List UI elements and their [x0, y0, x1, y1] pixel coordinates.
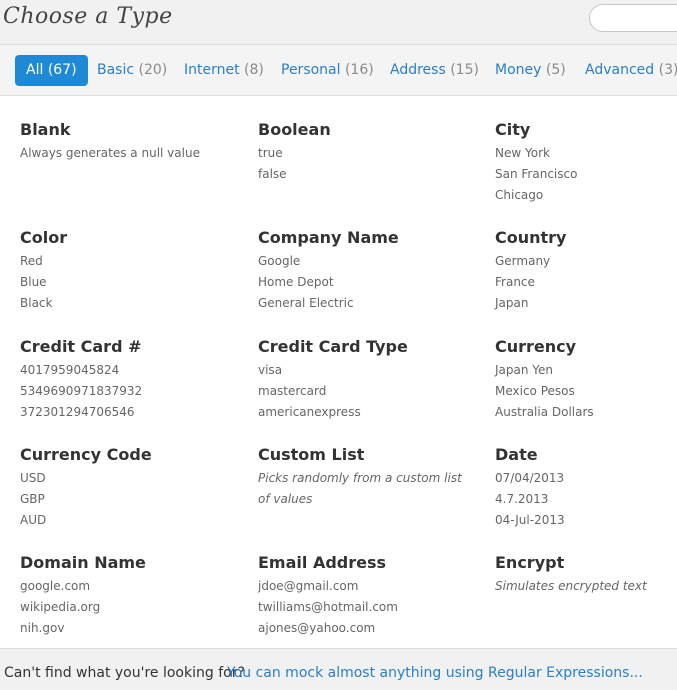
page-title: Choose a Type: [3, 4, 173, 29]
type-example: General Electric: [258, 296, 354, 310]
type-card-city[interactable]: City New York San Francisco Chicago: [495, 120, 677, 206]
type-example: 07/04/2013: [495, 471, 565, 485]
tab-label: Personal: [281, 62, 341, 78]
type-example: Home Depot: [258, 275, 334, 289]
type-example: Red: [20, 254, 43, 268]
type-name: Boolean: [258, 120, 331, 139]
type-name: Custom List: [258, 445, 365, 464]
type-example: mastercard: [258, 384, 327, 398]
type-example: Australia Dollars: [495, 405, 594, 419]
type-example: 4017959045824: [20, 363, 120, 377]
type-example: Google: [258, 254, 301, 268]
type-card-custom-list[interactable]: Custom List Picks randomly from a custom…: [258, 445, 483, 510]
search-input[interactable]: [589, 4, 677, 32]
tab-money[interactable]: Money (5): [495, 55, 566, 86]
type-example: nih.gov: [20, 621, 65, 635]
type-example: 372301294706546: [20, 405, 135, 419]
type-example: Always generates a null value: [20, 146, 200, 160]
type-name: Currency: [495, 337, 577, 356]
type-example: google.com: [20, 579, 91, 593]
type-example: USD: [20, 471, 46, 485]
footer-question: Can't find what you're looking for?: [4, 665, 245, 681]
type-example: France: [495, 275, 535, 289]
header: Choose a Type: [0, 0, 677, 45]
type-example: Germany: [495, 254, 551, 268]
type-description: Simulates encrypted text: [495, 579, 647, 593]
type-example: americanexpress: [258, 405, 361, 419]
type-name: Country: [495, 228, 567, 247]
type-example: twilliams@hotmail.com: [258, 600, 398, 614]
tab-count: (15): [450, 62, 479, 78]
type-name: Encrypt: [495, 553, 565, 572]
type-example: ajones@yahoo.com: [258, 621, 376, 635]
type-name: Blank: [20, 120, 71, 139]
type-name: Color: [20, 228, 68, 247]
type-example: Japan: [495, 296, 529, 310]
tab-count: (3): [658, 62, 677, 78]
regex-link[interactable]: You can mock almost anything using Regul…: [227, 665, 643, 681]
type-name: Email Address: [258, 553, 387, 572]
type-card-blank[interactable]: Blank Always generates a null value: [20, 120, 245, 164]
tab-count: (67): [47, 62, 77, 78]
tab-basic[interactable]: Basic (20): [97, 55, 167, 86]
tab-label: Advanced: [585, 62, 655, 78]
type-card-currency-code[interactable]: Currency Code USD GBP AUD: [20, 445, 245, 531]
type-name: Credit Card #: [20, 337, 142, 356]
type-example: 5349690971837932: [20, 384, 143, 398]
type-example: true: [258, 146, 283, 160]
type-card-credit-card-number[interactable]: Credit Card # 4017959045824 534969097183…: [20, 337, 245, 423]
type-card-domain-name[interactable]: Domain Name google.com wikipedia.org nih…: [20, 553, 245, 639]
type-example: Mexico Pesos: [495, 384, 575, 398]
tab-label: Basic: [97, 62, 135, 78]
type-example: Japan Yen: [495, 363, 554, 377]
type-example: New York: [495, 146, 550, 160]
type-example: visa: [258, 363, 283, 377]
type-example: 04-Jul-2013: [495, 513, 565, 527]
type-card-country[interactable]: Country Germany France Japan: [495, 228, 677, 314]
type-example: Chicago: [495, 188, 544, 202]
tab-all[interactable]: All (67): [15, 55, 88, 86]
tab-count: (20): [138, 62, 168, 78]
type-card-credit-card-type[interactable]: Credit Card Type visa mastercard america…: [258, 337, 483, 423]
tab-personal[interactable]: Personal (16): [281, 55, 374, 86]
type-example: 4.7.2013: [495, 492, 549, 506]
type-example: San Francisco: [495, 167, 578, 181]
type-description: Picks randomly from a custom list of val…: [258, 471, 462, 506]
tab-advanced[interactable]: Advanced (3): [585, 55, 677, 86]
tab-label: Money: [495, 62, 542, 78]
tab-count: (8): [244, 62, 264, 78]
tab-count: (16): [344, 62, 374, 78]
type-example: AUD: [20, 513, 47, 527]
type-card-boolean[interactable]: Boolean true false: [258, 120, 483, 185]
type-name: Domain Name: [20, 553, 146, 572]
type-name: Currency Code: [20, 445, 152, 464]
tab-label: Address: [390, 62, 446, 78]
category-tabs: All (67) Basic (20) Internet (8) Persona…: [0, 45, 677, 96]
tab-internet[interactable]: Internet (8): [184, 55, 264, 86]
type-example: GBP: [20, 492, 45, 506]
footer: Can't find what you're looking for? You …: [0, 648, 677, 690]
type-grid: Blank Always generates a null value Bool…: [0, 96, 677, 646]
type-name: Company Name: [258, 228, 399, 247]
type-card-color[interactable]: Color Red Blue Black: [20, 228, 245, 314]
type-card-date[interactable]: Date 07/04/2013 4.7.2013 04-Jul-2013: [495, 445, 677, 531]
type-card-encrypt[interactable]: Encrypt Simulates encrypted text: [495, 553, 677, 597]
type-card-email-address[interactable]: Email Address jdoe@gmail.com twilliams@h…: [258, 553, 483, 639]
type-card-company-name[interactable]: Company Name Google Home Depot General E…: [258, 228, 483, 314]
type-example: Black: [20, 296, 53, 310]
type-name: City: [495, 120, 531, 139]
type-example: jdoe@gmail.com: [258, 579, 359, 593]
type-name: Date: [495, 445, 538, 464]
tab-address[interactable]: Address (15): [390, 55, 479, 86]
type-card-currency[interactable]: Currency Japan Yen Mexico Pesos Australi…: [495, 337, 677, 423]
tab-label: All: [26, 62, 44, 78]
type-name: Credit Card Type: [258, 337, 408, 356]
type-example: wikipedia.org: [20, 600, 101, 614]
type-example: Blue: [20, 275, 47, 289]
tab-count: (5): [545, 62, 566, 78]
tab-label: Internet: [184, 62, 240, 78]
type-example: false: [258, 167, 287, 181]
